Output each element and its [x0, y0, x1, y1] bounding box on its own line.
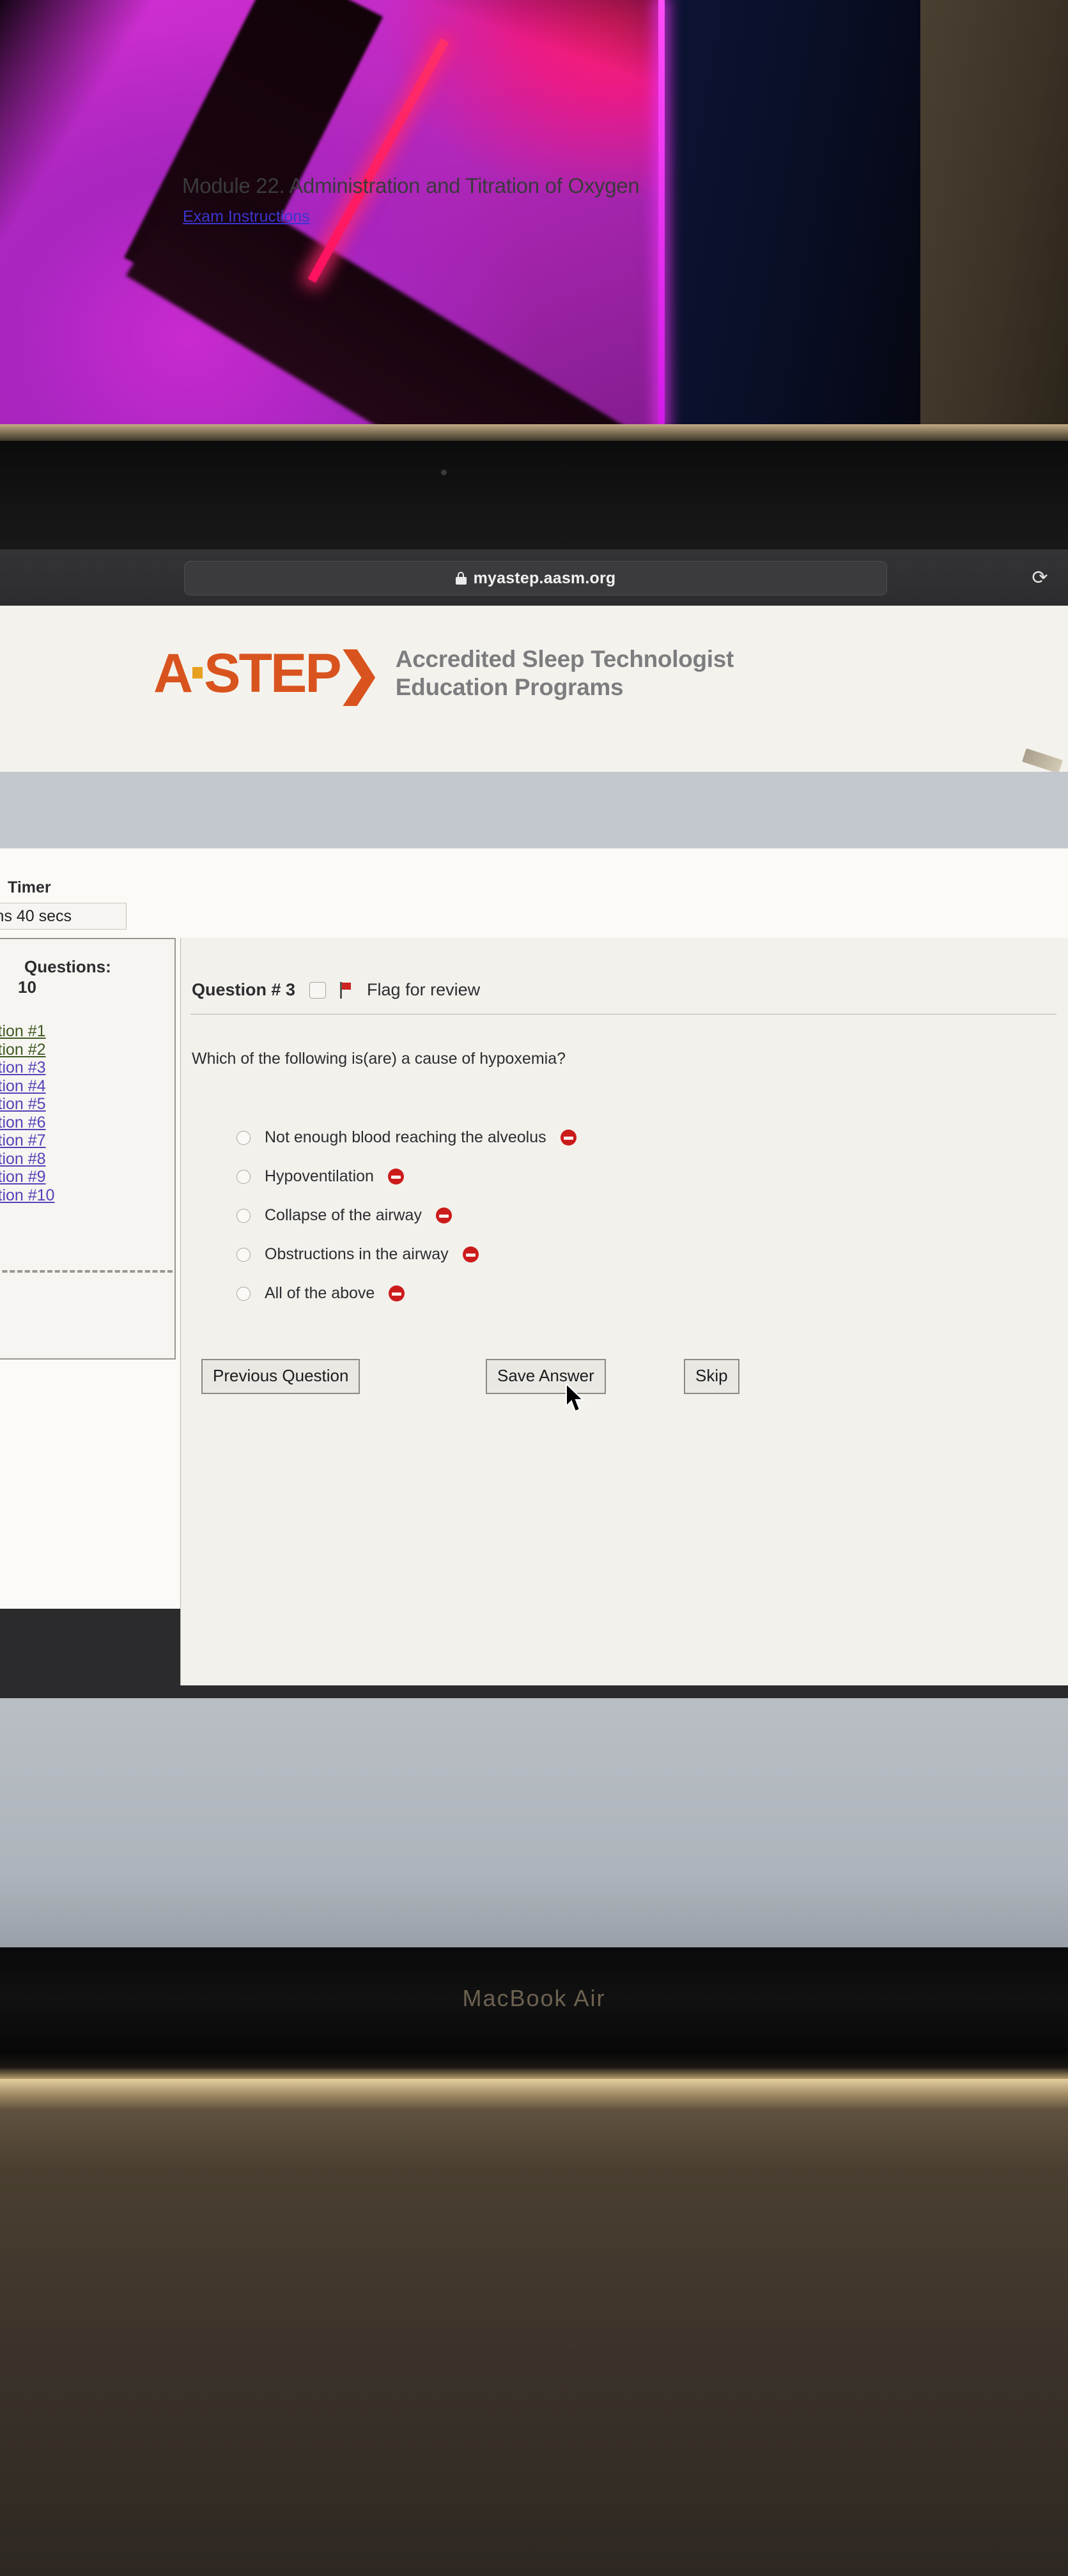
- astep-tagline: Accredited Sleep Technologist Education …: [396, 645, 734, 701]
- previous-question-button[interactable]: Previous Question: [201, 1359, 360, 1394]
- keyboard-backlight-glow: [0, 2079, 1068, 2110]
- answer-label-2: Hypoventilation: [265, 1167, 374, 1185]
- question-link-6[interactable]: stion #6: [0, 1114, 143, 1132]
- timer-value: ins 40 secs: [0, 907, 72, 925]
- flag-for-review-label: Flag for review: [367, 980, 481, 999]
- question-link-4[interactable]: stion #4: [0, 1077, 143, 1096]
- background-neon-artwork: [0, 0, 1068, 429]
- macbook-air-label: MacBook Air: [462, 1985, 606, 2011]
- no-entry-icon: [462, 1246, 479, 1262]
- answer-label-4: Obstructions in the airway: [265, 1245, 449, 1263]
- timer-value-box: ins 40 secs: [0, 903, 127, 930]
- answer-option-1[interactable]: Not enough blood reaching the alveolus: [236, 1118, 577, 1157]
- site-header: A STEP❯ Accredited Sleep Technologist Edu…: [0, 606, 1068, 774]
- skip-button[interactable]: Skip: [684, 1359, 739, 1394]
- room-wall: [920, 0, 1068, 429]
- answer-label-3: Collapse of the airway: [265, 1206, 422, 1224]
- question-link-list: stion #1stion #2stion #3stion #4stion #5…: [0, 1022, 143, 1204]
- question-number: Question # 3: [192, 980, 296, 999]
- question-link-3[interactable]: stion #3: [0, 1059, 143, 1077]
- save-answer-button[interactable]: Save Answer: [486, 1359, 606, 1394]
- laptop-bottom-bezel: MacBook Air: [0, 1947, 1068, 2050]
- answer-label-1: Not enough blood reaching the alveolus: [265, 1128, 546, 1146]
- laptop-keyboard: ☷F3⚲F4⏺F5☾F6⏪F7⏯F8#3$4%5^6&7*8ERTYUIDFGH…: [0, 2079, 1068, 2576]
- no-entry-icon: [387, 1169, 404, 1184]
- astep-logo-mark: A STEP❯: [153, 642, 382, 704]
- question-divider: [190, 1014, 1056, 1015]
- question-link-9[interactable]: stion #9: [0, 1168, 143, 1186]
- question-link-10[interactable]: stion #10: [0, 1186, 143, 1205]
- question-link-8[interactable]: stion #8: [0, 1150, 143, 1169]
- no-entry-icon: [389, 1285, 405, 1301]
- answer-option-3[interactable]: Collapse of the airway: [236, 1196, 577, 1235]
- tagline-line-2: Education Programs: [395, 673, 624, 700]
- timer-label: Timer: [8, 878, 51, 896]
- logo-dot: [192, 666, 203, 678]
- no-entry-icon: [560, 1130, 577, 1146]
- dark-blue-wall: [665, 0, 940, 429]
- sidebar-divider: [0, 1270, 173, 1273]
- page-empty-area: [0, 1698, 1068, 1947]
- no-entry-icon: [435, 1208, 452, 1223]
- webcam-icon: [441, 470, 447, 475]
- answer-option-5[interactable]: All of the above: [236, 1274, 577, 1313]
- lock-icon: [455, 572, 467, 585]
- answer-radio-4[interactable]: [236, 1247, 251, 1262]
- pen-artifact: [1022, 748, 1063, 774]
- logo-letter-a: A: [153, 642, 193, 704]
- url-text: myastep.aasm.org: [473, 569, 616, 587]
- exam-instructions-link[interactable]: Exam Instructions: [183, 208, 310, 226]
- neon-magenta-edge: [658, 0, 665, 429]
- answer-option-4[interactable]: Obstructions in the airway: [236, 1235, 577, 1274]
- question-link-1[interactable]: stion #1: [0, 1022, 143, 1041]
- answer-radio-5[interactable]: [236, 1286, 251, 1301]
- answer-radio-2[interactable]: [236, 1169, 251, 1184]
- exam-title-strip: [0, 772, 1068, 848]
- tagline-line-1: Accredited Sleep Technologist: [395, 646, 734, 672]
- question-link-2[interactable]: stion #2: [0, 1041, 143, 1059]
- flag-icon: [340, 981, 353, 999]
- reload-icon[interactable]: ⟳: [1027, 565, 1053, 590]
- questions-count-label: Questions:: [24, 957, 111, 976]
- astep-logo[interactable]: A STEP❯ Accredited Sleep Technologist Edu…: [153, 645, 734, 701]
- question-header: Question # 3 Flag for review: [192, 980, 480, 1000]
- answer-radio-1[interactable]: [236, 1130, 251, 1145]
- question-link-7[interactable]: stion #7: [0, 1131, 143, 1150]
- question-link-5[interactable]: stion #5: [0, 1095, 143, 1114]
- questions-count-value: 10: [18, 977, 36, 997]
- logo-chevron-icon: ❯: [336, 642, 382, 704]
- answer-option-2[interactable]: Hypoventilation: [236, 1157, 577, 1196]
- flag-for-review-checkbox[interactable]: [309, 981, 327, 999]
- address-bar[interactable]: myastep.aasm.org: [184, 561, 887, 595]
- answer-radio-3[interactable]: [236, 1208, 251, 1223]
- logo-letters-step: STEP: [204, 642, 342, 704]
- module-title: Module 22. Administration and Titration …: [182, 174, 640, 197]
- answer-label-5: All of the above: [265, 1284, 375, 1302]
- laptop-hinge: [0, 2050, 1068, 2079]
- browser-toolbar: myastep.aasm.org ⟳: [0, 549, 1068, 606]
- answer-options: Not enough blood reaching the alveolus Hy…: [236, 1118, 577, 1313]
- question-text: Which of the following is(are) a cause o…: [192, 1050, 566, 1068]
